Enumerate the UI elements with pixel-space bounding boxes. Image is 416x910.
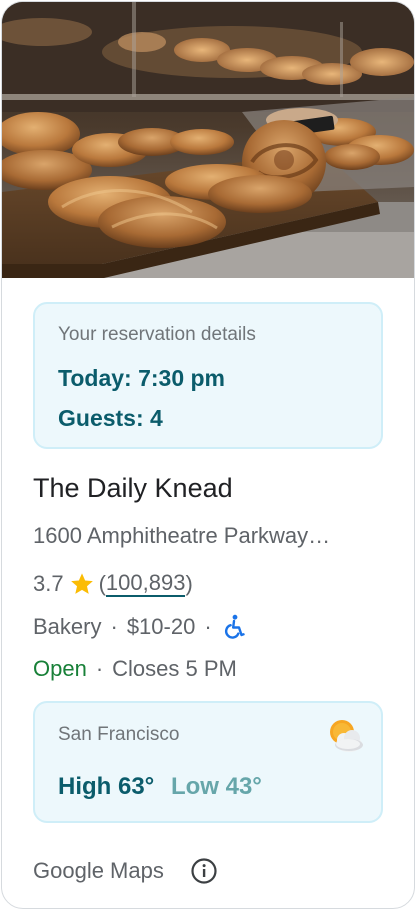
partly-cloudy-icon: [330, 720, 363, 752]
category-label: Bakery: [33, 614, 102, 639]
closing-time: Closes 5 PM: [112, 656, 237, 681]
paren-open: (: [98, 571, 106, 596]
separator-dot: ·: [110, 614, 118, 639]
hours-row: Open · Closes 5 PM: [33, 654, 237, 684]
reservation-heading: Your reservation details: [58, 324, 256, 345]
temp-high: High 63°: [58, 773, 155, 800]
source-label: Google Maps: [33, 858, 164, 883]
reservation-guests: Guests: 4: [58, 405, 163, 431]
temp-low: Low 43°: [170, 773, 262, 800]
rating-value: 3.7: [33, 571, 64, 596]
separator-dot: ·: [204, 614, 212, 639]
info-icon[interactable]: [190, 857, 218, 885]
review-count-link[interactable]: 100,893: [105, 571, 186, 597]
bakery-photo: [2, 2, 414, 278]
place-name: The Daily Knead: [33, 473, 233, 503]
separator-dot: ·: [95, 656, 104, 681]
star-icon: [70, 573, 93, 594]
place-card: Your reservation details Today: 7:30 pm …: [1, 1, 415, 909]
price-range: $10-20: [126, 614, 196, 639]
category-row: Bakery · $10-20 ·: [33, 612, 245, 642]
attribution-footer: Google Maps: [33, 856, 218, 886]
wheelchair-accessible-icon: [224, 614, 245, 639]
weather-city: San Francisco: [58, 724, 180, 745]
paren-close: ): [185, 571, 193, 596]
temperature-row: High 63° Low 43°: [58, 773, 262, 801]
weather-panel: San Francisco High 63° Low 43°: [33, 701, 383, 823]
reservation-panel: Your reservation details Today: 7:30 pm …: [33, 302, 383, 449]
rating-row: 3.7 ( 100,893 ): [33, 570, 193, 598]
open-status: Open: [33, 656, 87, 681]
place-address: 1600 Amphitheatre Parkway…: [33, 523, 331, 548]
reservation-time: Today: 7:30 pm: [58, 365, 225, 391]
